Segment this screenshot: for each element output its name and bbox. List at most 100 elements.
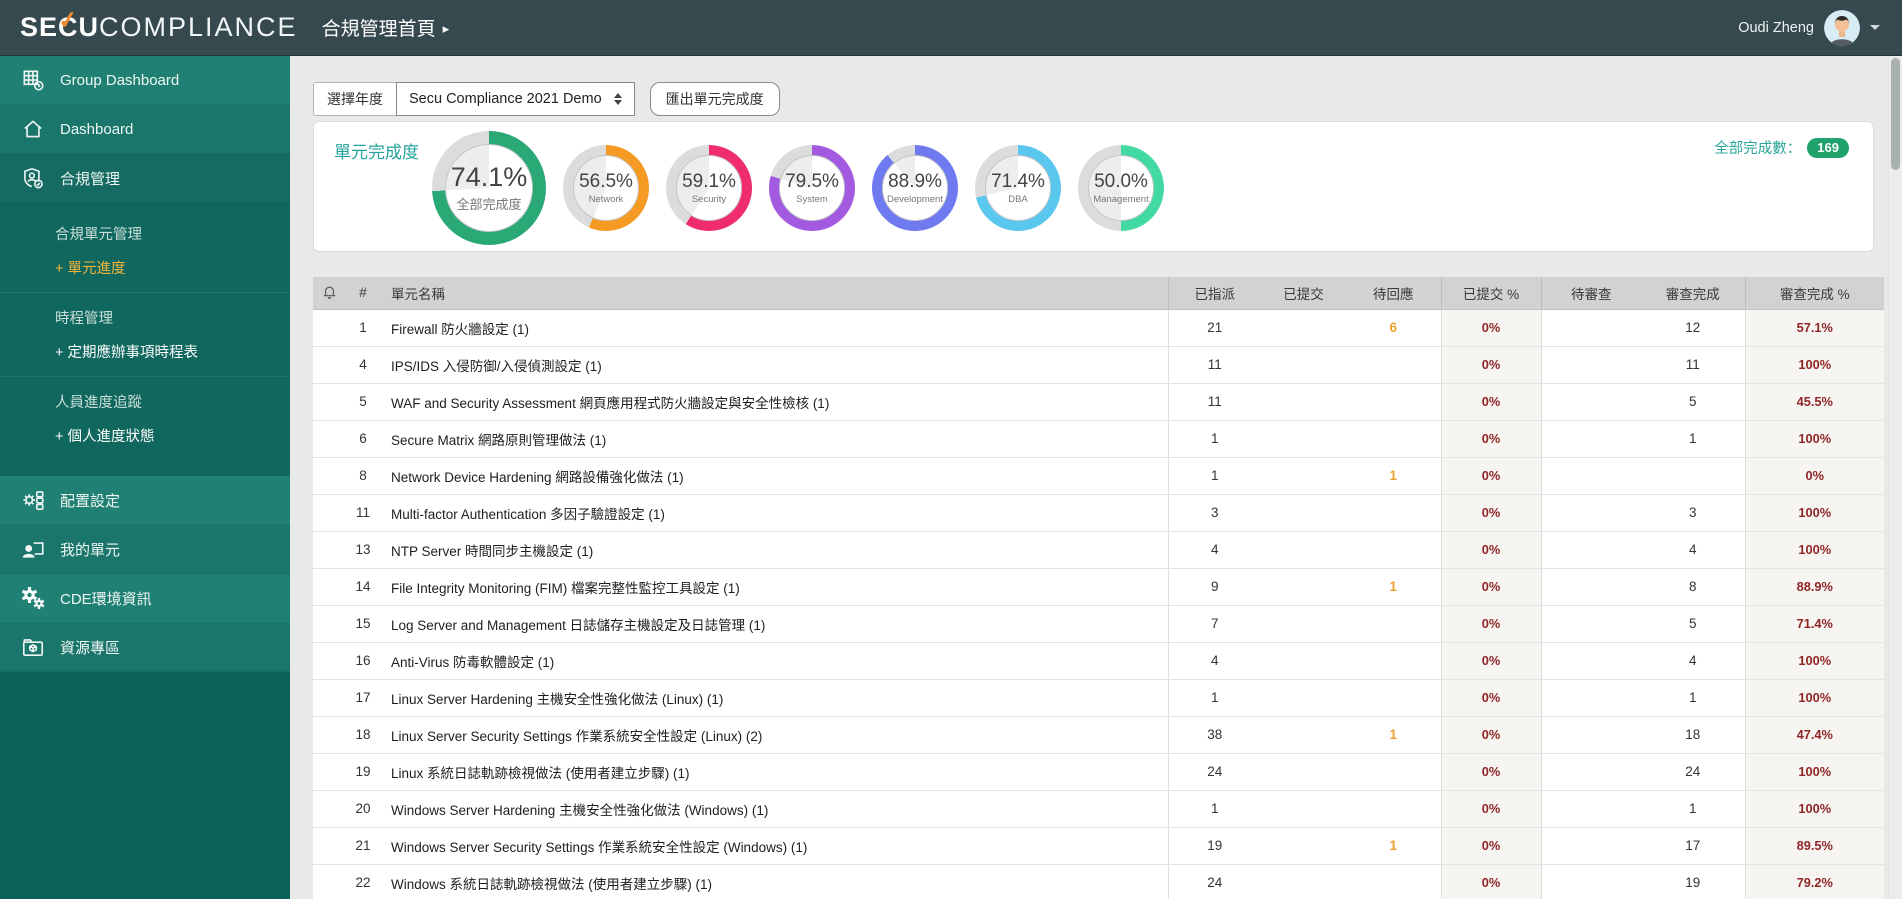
page-scrollbar[interactable]	[1888, 56, 1902, 899]
sidebar-submenu-link-active[interactable]: + 單元進度	[55, 257, 290, 278]
user-menu[interactable]: Oudi Zheng	[1738, 9, 1902, 46]
cell-review-done: 1	[1641, 420, 1745, 458]
sidebar: Group Dashboard Dashboard 合規管理合規單元管理 + 單元進度…	[0, 56, 290, 899]
cell-unit-name: Anti-Virus 防毒軟體設定 (1)	[381, 642, 1168, 680]
table-row[interactable]: 22 Windows 系統日誌軌跡檢視做法 (使用者建立步驟) (1) 24 0% 19…	[313, 864, 1884, 899]
app-logo[interactable]: SE C ✓ U COMPLIANCE	[20, 6, 298, 43]
cell-unit-name: Linux Server Security Settings 作業系統安全性設定…	[381, 716, 1168, 754]
col-header-review-done[interactable]: 審查完成	[1641, 277, 1745, 310]
table-row[interactable]: 21 Windows Server Security Settings 作業系統安…	[313, 827, 1884, 865]
table-row[interactable]: 19 Linux 系統日誌軌跡檢視做法 (使用者建立步驟) (1) 24 0% 24 10…	[313, 753, 1884, 791]
cell-submitted-pct: 0%	[1440, 457, 1541, 495]
cell-unit-name: Windows Server Hardening 主機安全性強化做法 (Wind…	[381, 790, 1168, 828]
notify-column-header[interactable]	[313, 277, 345, 310]
sidebar-filler	[0, 672, 290, 899]
col-header-submitted[interactable]: 已提交	[1261, 277, 1346, 310]
grid-dashboard-icon	[19, 67, 46, 94]
cell-submitted-pct: 0%	[1440, 790, 1541, 828]
cell-bell	[313, 864, 345, 899]
table-row[interactable]: 20 Windows Server Hardening 主機安全性強化做法 (Wi…	[313, 790, 1884, 828]
cell-pending-response	[1346, 790, 1441, 828]
cell-review-pct: 100%	[1744, 531, 1884, 569]
folder-box-icon	[19, 634, 46, 661]
donut-label: Security	[691, 193, 727, 205]
cell-submitted-pct: 0%	[1440, 309, 1541, 347]
sidebar-submenu-group-label: 合規單元管理	[55, 227, 142, 243]
cell-unit-name: Windows Server Security Settings 作業系統安全性…	[381, 827, 1168, 865]
sidebar-item-compliance-management[interactable]: 合規管理	[0, 154, 290, 203]
cell-pending-review	[1540, 679, 1641, 717]
sidebar-submenu-link[interactable]: + 個人進度狀態	[55, 425, 290, 446]
cell-submitted-pct: 0%	[1440, 346, 1541, 384]
cell-unit-name: Windows 系統日誌軌跡檢視做法 (使用者建立步驟) (1)	[381, 864, 1168, 899]
cell-pending-response	[1346, 864, 1441, 899]
cell-review-done: 12	[1641, 309, 1745, 347]
sidebar-item-cde-environment[interactable]: CDE環境資訊	[0, 574, 290, 623]
table-row[interactable]: 1 Firewall 防火牆設定 (1) 21 6 0% 12 57.1%	[313, 309, 1884, 347]
col-header-name[interactable]: 單元名稱	[381, 277, 1168, 310]
table-row[interactable]: 15 Log Server and Management 日誌儲存主機設定及日誌管…	[313, 605, 1884, 643]
cell-assigned: 1	[1167, 420, 1261, 458]
cell-assigned: 4	[1167, 642, 1261, 680]
cell-submitted-pct: 0%	[1440, 494, 1541, 532]
sidebar-item-label: Dashboard	[60, 120, 134, 138]
cell-pending-review	[1540, 420, 1641, 458]
cell-assigned: 19	[1167, 827, 1261, 865]
table-row[interactable]: 8 Network Device Hardening 網路設備強化做法 (1) 1 1…	[313, 457, 1884, 495]
col-header-submitted-pct[interactable]: 已提交 %	[1440, 277, 1541, 310]
cell-submitted-pct: 0%	[1440, 383, 1541, 421]
cell-submitted-pct: 0%	[1440, 531, 1541, 569]
cell-submitted	[1261, 605, 1346, 643]
cell-review-done: 5	[1641, 383, 1745, 421]
sidebar-item-dashboard[interactable]: Dashboard	[0, 105, 290, 154]
cell-pending-review	[1540, 531, 1641, 569]
donut-Management: 50.0% Management	[1078, 144, 1164, 231]
cell-pending-response	[1346, 642, 1441, 680]
cell-pending-response	[1346, 531, 1441, 569]
cell-assigned: 4	[1167, 531, 1261, 569]
cell-assigned: 1	[1167, 790, 1261, 828]
cell-bell	[313, 790, 345, 828]
table-row[interactable]: 16 Anti-Virus 防毒軟體設定 (1) 4 0% 4 100%	[313, 642, 1884, 680]
sidebar-item-group-dashboard[interactable]: Group Dashboard	[0, 56, 290, 105]
col-header-pending-response[interactable]: 待回應	[1346, 277, 1441, 310]
col-header-review-pct[interactable]: 審查完成 %	[1744, 277, 1884, 310]
cell-num: 20	[345, 790, 381, 828]
sidebar-item-config-settings[interactable]: 配置設定	[0, 476, 290, 525]
sidebar-submenu-divider	[0, 376, 290, 377]
cell-num: 5	[345, 383, 381, 421]
config-icon	[19, 487, 46, 514]
table-row[interactable]: 4 IPS/IDS 入侵防御/入侵偵測設定 (1) 11 0% 11 100%	[313, 346, 1884, 384]
cell-pending-response	[1346, 753, 1441, 791]
col-header-num[interactable]: #	[345, 277, 381, 310]
year-select[interactable]: Secu Compliance 2021 Demo	[396, 82, 635, 116]
table-row[interactable]: 5 WAF and Security Assessment 網頁應用程式防火牆設定…	[313, 383, 1884, 421]
export-button[interactable]: 匯出單元完成度	[649, 82, 780, 116]
cell-review-pct: 57.1%	[1744, 309, 1884, 347]
table-row[interactable]: 17 Linux Server Hardening 主機安全性強化做法 (Linu…	[313, 679, 1884, 717]
page-scrollbar-thumb[interactable]	[1891, 58, 1900, 170]
cell-pending-response	[1346, 494, 1441, 532]
cell-assigned: 38	[1167, 716, 1261, 754]
sidebar-item-resource-area[interactable]: 資源專區	[0, 623, 290, 672]
table-row[interactable]: 13 NTP Server 時間同步主機設定 (1) 4 0% 4 100%	[313, 531, 1884, 569]
col-header-assigned[interactable]: 已指派	[1167, 277, 1261, 310]
donut-text: 56.5% Network	[563, 145, 649, 231]
my-unit-icon	[19, 536, 46, 563]
cell-bell	[313, 309, 345, 347]
cell-num: 16	[345, 642, 381, 680]
table-row[interactable]: 14 File Integrity Monitoring (FIM) 檔案完整性監…	[313, 568, 1884, 606]
cell-pending-review	[1540, 642, 1641, 680]
sidebar-item-my-units[interactable]: 我的單元	[0, 525, 290, 574]
cell-pending-review	[1540, 753, 1641, 791]
sidebar-submenu-link[interactable]: + 定期應辦事項時程表	[55, 341, 290, 362]
total-complete-label: 全部完成數：	[1714, 141, 1802, 157]
table-row[interactable]: 11 Multi-factor Authentication 多因子驗證設定 (1…	[313, 494, 1884, 532]
col-header-pending-review[interactable]: 待審查	[1540, 277, 1641, 310]
cell-unit-name: File Integrity Monitoring (FIM) 檔案完整性監控工…	[381, 568, 1168, 606]
cell-unit-name: WAF and Security Assessment 網頁應用程式防火牆設定與…	[381, 383, 1168, 421]
table-row[interactable]: 18 Linux Server Security Settings 作業系統安全性…	[313, 716, 1884, 754]
cell-submitted	[1261, 457, 1346, 495]
table-row[interactable]: 6 Secure Matrix 網路原則管理做法 (1) 1 0% 1 100%	[313, 420, 1884, 458]
cell-submitted-pct: 0%	[1440, 864, 1541, 899]
